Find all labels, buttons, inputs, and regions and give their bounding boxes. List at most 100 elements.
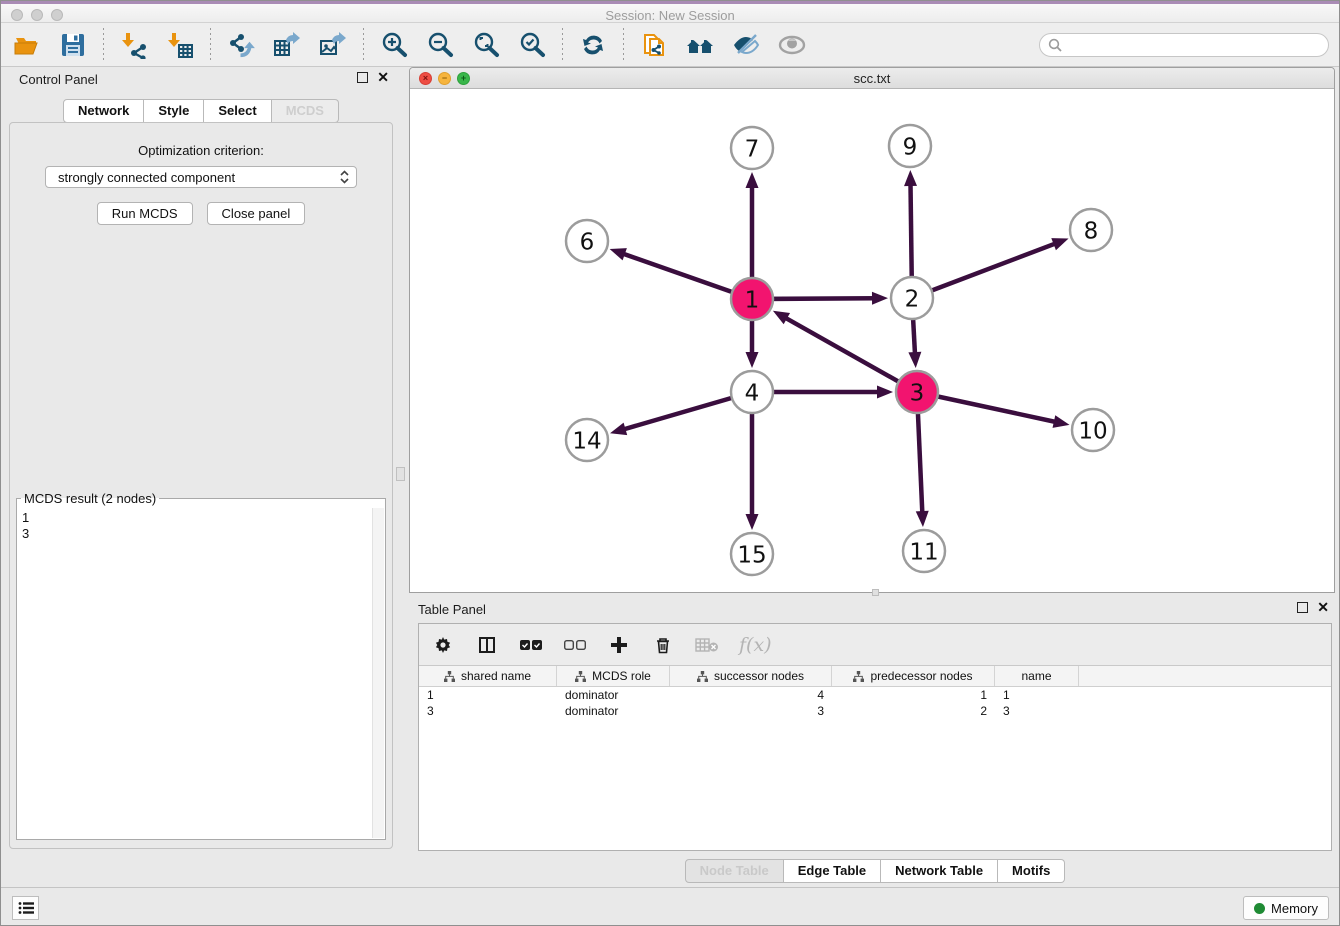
toolbar-separator [363, 28, 364, 62]
table-toolbar: f(x) [419, 624, 1331, 666]
task-history-button[interactable] [12, 896, 39, 920]
search-input[interactable] [1068, 37, 1320, 52]
graph-node-label: 2 [905, 286, 920, 312]
export-network-icon[interactable] [225, 29, 257, 61]
search-field[interactable] [1039, 33, 1329, 57]
network-title: scc.txt [410, 71, 1334, 86]
network-attribute-icon [575, 671, 586, 682]
tab-network-table[interactable]: Network Table [881, 859, 998, 883]
network-attribute-icon [697, 671, 708, 682]
optimization-criterion-select[interactable]: strongly connected component [45, 166, 357, 188]
column-header-label: shared name [461, 669, 531, 683]
table-cell[interactable]: dominator [557, 687, 670, 703]
list-icon [18, 901, 34, 915]
graph-edge-arrowhead [746, 514, 759, 530]
graph-node-label: 10 [1078, 418, 1107, 444]
network-splitter-handle[interactable] [872, 589, 879, 596]
show-column-icon[interactable] [475, 633, 499, 657]
window-title: Session: New Session [1, 8, 1339, 23]
hide-selected-icon[interactable] [730, 29, 762, 61]
graph-edge-3-1[interactable] [782, 316, 917, 392]
zoom-in-icon[interactable] [378, 29, 410, 61]
toolbar-separator [623, 28, 624, 62]
table-cell[interactable]: dominator [557, 703, 670, 719]
mcds-result-title: MCDS result (2 nodes) [21, 491, 159, 506]
column-header-label: MCDS role [592, 669, 651, 683]
tab-network[interactable]: Network [63, 99, 144, 123]
zoom-selected-icon[interactable] [516, 29, 548, 61]
import-network-icon[interactable] [118, 29, 150, 61]
column-header-predecessor-nodes[interactable]: predecessor nodes [832, 666, 995, 686]
graph-edge-arrowhead [610, 248, 627, 260]
mcds-panel: Optimization criterion: strongly connect… [9, 122, 393, 849]
tab-mcds[interactable]: MCDS [272, 99, 339, 123]
graph-node-label: 14 [572, 428, 601, 454]
node-table-container: f(x) shared name MCDS role successor nodes… [418, 623, 1332, 851]
table-options-icon[interactable] [431, 633, 455, 657]
result-line: 1 [22, 510, 368, 526]
table-cell[interactable]: 1 [419, 687, 557, 703]
tab-select[interactable]: Select [204, 99, 271, 123]
table-row[interactable]: 3dominator323 [419, 703, 1331, 719]
tab-edge-table[interactable]: Edge Table [784, 859, 881, 883]
table-cell[interactable]: 3 [670, 703, 832, 719]
table-cell[interactable]: 4 [670, 687, 832, 703]
save-session-icon[interactable] [57, 29, 89, 61]
table-cell[interactable]: 3 [995, 703, 1079, 719]
column-header-successor-nodes[interactable]: successor nodes [670, 666, 832, 686]
window-titlebar: Session: New Session [1, 1, 1339, 23]
export-image-icon[interactable] [317, 29, 349, 61]
close-panel-icon[interactable]: ✕ [377, 72, 389, 83]
delete-table-icon[interactable] [695, 633, 719, 657]
result-scrollbar[interactable] [372, 508, 384, 838]
export-table-icon[interactable] [271, 29, 303, 61]
close-table-panel-icon[interactable]: ✕ [1317, 602, 1329, 613]
function-builder-icon[interactable]: f(x) [739, 634, 772, 656]
table-tabs: Node TableEdge TableNetwork TableMotifs [409, 859, 1340, 883]
tab-node-table[interactable]: Node Table [685, 859, 784, 883]
table-cell[interactable]: 2 [832, 703, 995, 719]
graph-edge-arrowhead [916, 511, 929, 527]
show-graphics-details-icon[interactable] [776, 29, 808, 61]
graph-edge-2-8[interactable] [912, 242, 1058, 298]
zoom-out-icon[interactable] [424, 29, 456, 61]
column-header-shared-name[interactable]: shared name [419, 666, 557, 686]
graph-node-label: 8 [1084, 218, 1099, 244]
graph-node-label: 11 [909, 539, 938, 565]
create-column-icon[interactable] [607, 633, 631, 657]
graph-node-label: 7 [745, 136, 760, 162]
tab-style[interactable]: Style [144, 99, 204, 123]
apply-layout-icon[interactable] [577, 29, 609, 61]
column-header-label: name [1021, 669, 1051, 683]
memory-button[interactable]: Memory [1243, 896, 1329, 920]
table-cell[interactable]: 1 [995, 687, 1079, 703]
float-table-panel-icon[interactable] [1297, 602, 1308, 613]
graph-node-label: 1 [745, 287, 760, 313]
table-cell[interactable]: 1 [832, 687, 995, 703]
duplicate-network-icon[interactable] [638, 29, 670, 61]
column-header-name[interactable]: name [995, 666, 1079, 686]
zoom-fit-icon[interactable] [470, 29, 502, 61]
tab-motifs[interactable]: Motifs [998, 859, 1065, 883]
memory-label: Memory [1271, 901, 1318, 916]
open-session-icon[interactable] [11, 29, 43, 61]
network-canvas[interactable]: 7968124314101511 [411, 90, 1333, 591]
network-window-titlebar[interactable]: × − + scc.txt [410, 68, 1334, 89]
panel-splitter-handle[interactable] [396, 467, 405, 481]
select-all-checkboxes-icon[interactable] [519, 633, 543, 657]
status-bar: Memory [1, 887, 1339, 925]
deselect-all-checkboxes-icon[interactable] [563, 633, 587, 657]
memory-status-icon [1254, 903, 1265, 914]
first-neighbors-icon[interactable] [684, 29, 716, 61]
table-row[interactable]: 1dominator411 [419, 687, 1331, 703]
run-mcds-button[interactable]: Run MCDS [97, 202, 193, 225]
graph-node-label: 15 [737, 542, 766, 568]
import-table-icon[interactable] [164, 29, 196, 61]
delete-column-icon[interactable] [651, 633, 675, 657]
close-panel-button[interactable]: Close panel [207, 202, 306, 225]
network-view-window: × − + scc.txt 7968124314101511 [409, 67, 1335, 593]
table-cell[interactable]: 3 [419, 703, 557, 719]
graph-edge-arrowhead [908, 352, 921, 368]
column-header-mcds-role[interactable]: MCDS role [557, 666, 670, 686]
float-panel-icon[interactable] [357, 72, 368, 83]
